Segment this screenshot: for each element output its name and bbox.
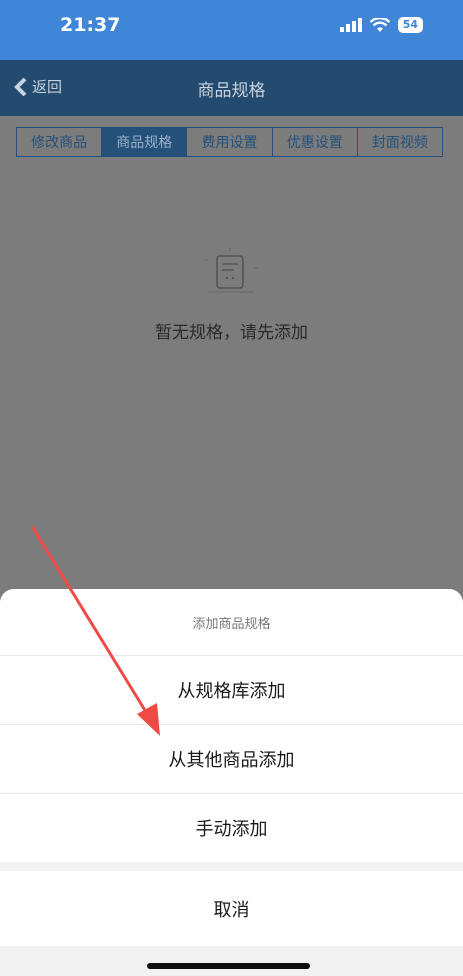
cancel-button[interactable]: 取消 [0, 871, 463, 946]
add-from-other-product-button[interactable]: 从其他商品添加 [0, 725, 463, 794]
tab-product-spec[interactable]: 商品规格 [102, 128, 188, 156]
tab-discount-settings[interactable]: 优惠设置 [273, 128, 358, 156]
tab-bar: 修改商品 商品规格 费用设置 优惠设置 封面视频 [16, 127, 443, 157]
status-icons: 54 [339, 17, 423, 33]
tab-cover-video[interactable]: 封面视频 [358, 128, 442, 156]
action-sheet-title: 添加商品规格 [0, 589, 463, 656]
add-from-spec-library-button[interactable]: 从规格库添加 [0, 656, 463, 725]
tab-edit-product[interactable]: 修改商品 [17, 128, 103, 156]
action-sheet: 添加商品规格 从规格库添加 从其他商品添加 手动添加 取消 [0, 589, 463, 976]
nav-bar: 返回 商品规格 [0, 60, 463, 116]
tab-fee-settings[interactable]: 费用设置 [187, 128, 273, 156]
sheet-divider [0, 862, 463, 871]
signal-icon [339, 18, 362, 32]
battery-icon: 54 [397, 17, 423, 33]
status-time: 21:37 [60, 14, 121, 36]
home-indicator [147, 963, 310, 969]
empty-state-text: 暂无规格，请先添加 [155, 323, 308, 343]
wifi-icon [369, 17, 390, 32]
page-title: 商品规格 [197, 81, 266, 101]
empty-document-icon [204, 248, 258, 293]
status-bar: 21:37 54 [0, 0, 463, 60]
manual-add-button[interactable]: 手动添加 [0, 794, 463, 862]
